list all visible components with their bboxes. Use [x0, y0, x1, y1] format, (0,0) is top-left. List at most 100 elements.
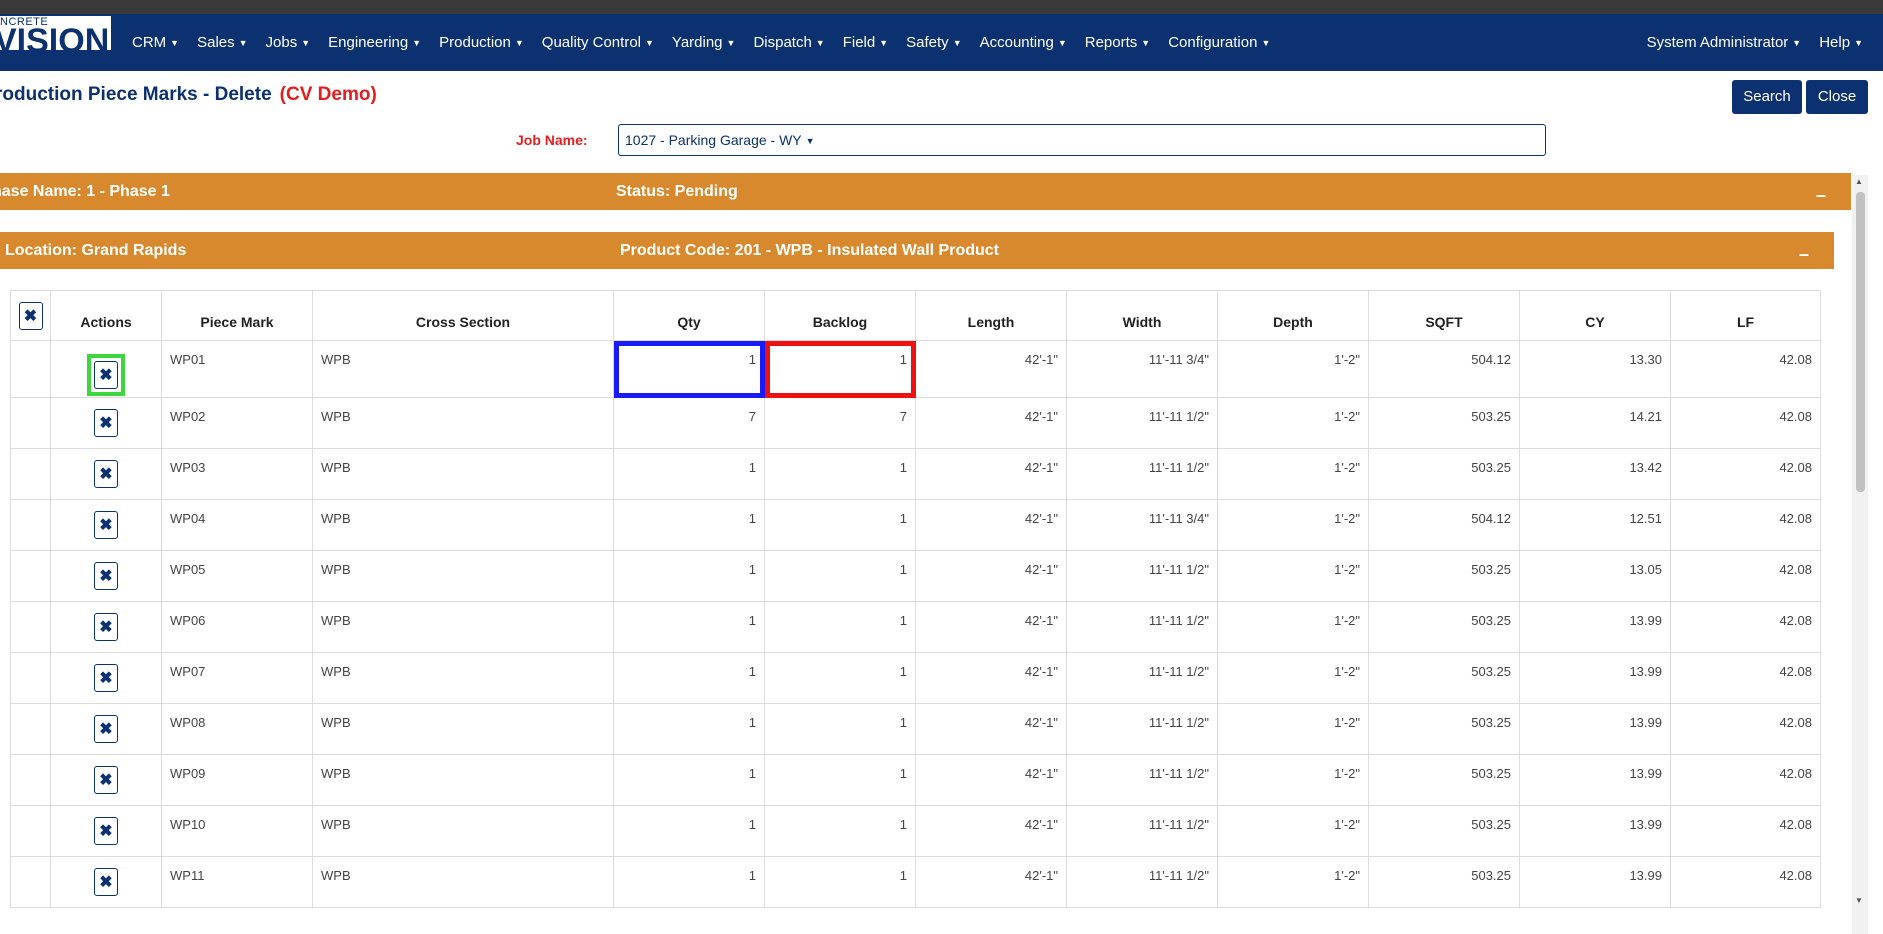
- cell-qty[interactable]: 1: [613, 703, 765, 755]
- cell-qty[interactable]: 1: [613, 856, 765, 908]
- cell-sqft: 503.25: [1368, 397, 1520, 449]
- cell-qty[interactable]: 1: [613, 805, 765, 857]
- location-collapse-icon[interactable]: –: [1799, 236, 1809, 273]
- header-cy[interactable]: CY: [1519, 290, 1671, 341]
- cell-length: 42'-1": [915, 703, 1067, 755]
- job-name-select[interactable]: 1027 - Parking Garage - WY ▼: [618, 124, 1546, 156]
- nav-sales[interactable]: Sales ▼: [188, 34, 256, 51]
- delete-row-icon[interactable]: ✖: [94, 766, 118, 794]
- table-header-row: ✖ Actions Piece Mark Cross Section Qty B…: [10, 290, 1821, 341]
- nav-jobs[interactable]: Jobs ▼: [257, 34, 320, 51]
- header-width[interactable]: Width: [1066, 290, 1218, 341]
- header-length[interactable]: Length: [915, 290, 1067, 341]
- cell-backlog[interactable]: 1: [764, 499, 916, 551]
- delete-row-icon[interactable]: ✖: [94, 664, 118, 692]
- delete-row-icon[interactable]: ✖: [94, 460, 118, 488]
- cell-backlog[interactable]: 1: [764, 448, 916, 500]
- phase-collapse-icon[interactable]: –: [1816, 177, 1826, 214]
- cell-width: 11'-11 3/4": [1066, 340, 1218, 398]
- cell-cross-section: WPB: [312, 856, 614, 908]
- cell-qty[interactable]: 1: [613, 550, 765, 602]
- nav-crm[interactable]: CRM ▼: [123, 34, 188, 51]
- nav-engineering[interactable]: Engineering ▼: [319, 34, 430, 51]
- nav-configuration[interactable]: Configuration ▼: [1159, 34, 1279, 51]
- cell-qty[interactable]: 1: [613, 340, 765, 398]
- row-spacer-cell: [10, 856, 51, 908]
- cell-sqft: 503.25: [1368, 754, 1520, 806]
- cell-sqft: 503.25: [1368, 448, 1520, 500]
- caret-down-icon: ▼: [879, 38, 889, 49]
- cell-lf: 42.08: [1670, 652, 1821, 704]
- concrete-vision-logo[interactable]: NCRETE VISION: [0, 16, 111, 54]
- phase-status: Status: Pending: [616, 183, 738, 200]
- cell-qty[interactable]: 1: [613, 601, 765, 653]
- header-backlog[interactable]: Backlog: [764, 290, 916, 341]
- header-cross-section[interactable]: Cross Section: [312, 290, 614, 341]
- search-button[interactable]: Search: [1732, 80, 1802, 114]
- cell-depth: 1'-2": [1217, 805, 1369, 857]
- job-name-label: Job Name:: [516, 132, 588, 148]
- scroll-up-icon[interactable]: ▲: [1855, 177, 1863, 186]
- nav-help[interactable]: Help ▼: [1801, 34, 1863, 51]
- cell-depth: 1'-2": [1217, 856, 1369, 908]
- table-row: ✖ WP08 WPB 1 1 42'-1" 11'-11 1/2" 1'-2" 503.25 13…: [10, 703, 1821, 755]
- cell-backlog[interactable]: 1: [764, 340, 916, 398]
- delete-row-icon[interactable]: ✖: [94, 562, 118, 590]
- table-row: ✖ WP04 WPB 1 1 42'-1" 11'-11 3/4" 1'-2" 504.12 12…: [10, 499, 1821, 551]
- nav-field[interactable]: Field ▼: [834, 34, 897, 51]
- cell-backlog[interactable]: 1: [764, 754, 916, 806]
- cell-width: 11'-11 1/2": [1066, 703, 1218, 755]
- phase-bar: hase Name: 1 - Phase 1 Status: Pending –: [0, 173, 1851, 210]
- cell-piece-mark: WP11: [161, 856, 313, 908]
- nav-quality-control[interactable]: Quality Control ▼: [533, 34, 663, 51]
- header-select-all: ✖: [10, 290, 51, 341]
- nav-safety[interactable]: Safety ▼: [897, 34, 970, 51]
- delete-row-icon[interactable]: ✖: [94, 715, 118, 743]
- delete-row-icon[interactable]: ✖: [94, 868, 118, 896]
- cell-backlog[interactable]: 1: [764, 652, 916, 704]
- row-actions-cell: ✖: [50, 340, 162, 398]
- close-button[interactable]: Close: [1806, 80, 1868, 114]
- cell-qty[interactable]: 1: [613, 499, 765, 551]
- nav-system-administrator[interactable]: System Administrator ▼: [1629, 34, 1802, 51]
- cell-backlog[interactable]: 1: [764, 856, 916, 908]
- header-depth[interactable]: Depth: [1217, 290, 1369, 341]
- cell-backlog[interactable]: 1: [764, 550, 916, 602]
- location-name: Location: Grand Rapids: [5, 242, 187, 259]
- header-sqft[interactable]: SQFT: [1368, 290, 1520, 341]
- cell-sqft: 504.12: [1368, 499, 1520, 551]
- browser-top-strip: [0, 0, 1883, 14]
- delete-all-icon[interactable]: ✖: [18, 302, 43, 330]
- nav-reports[interactable]: Reports ▼: [1076, 34, 1159, 51]
- nav-accounting[interactable]: Accounting ▼: [971, 34, 1076, 51]
- scroll-down-icon[interactable]: ▼: [1855, 896, 1863, 905]
- page-title-text: roduction Piece Marks - Delete: [0, 84, 272, 105]
- table-row: ✖ WP11 WPB 1 1 42'-1" 11'-11 1/2" 1'-2" 503.25 13…: [10, 856, 1821, 908]
- cell-backlog[interactable]: 1: [764, 601, 916, 653]
- scrollbar-thumb[interactable]: [1856, 192, 1865, 492]
- delete-row-icon[interactable]: ✖: [94, 511, 118, 539]
- header-lf[interactable]: LF: [1670, 290, 1821, 341]
- row-actions-cell: ✖: [50, 550, 162, 602]
- cell-qty[interactable]: 1: [613, 448, 765, 500]
- delete-row-icon[interactable]: ✖: [94, 613, 118, 641]
- cell-backlog[interactable]: 1: [764, 805, 916, 857]
- nav-dispatch[interactable]: Dispatch ▼: [744, 34, 833, 51]
- cell-qty[interactable]: 1: [613, 652, 765, 704]
- cell-backlog[interactable]: 1: [764, 703, 916, 755]
- cell-depth: 1'-2": [1217, 499, 1369, 551]
- delete-row-icon[interactable]: ✖: [94, 361, 118, 389]
- cell-depth: 1'-2": [1217, 601, 1369, 653]
- delete-row-icon[interactable]: ✖: [94, 409, 118, 437]
- cell-backlog[interactable]: 7: [764, 397, 916, 449]
- nav-production[interactable]: Production ▼: [430, 34, 533, 51]
- header-qty[interactable]: Qty: [613, 290, 765, 341]
- header-piece-mark[interactable]: Piece Mark: [161, 290, 313, 341]
- cell-qty[interactable]: 7: [613, 397, 765, 449]
- nav-yarding[interactable]: Yarding ▼: [663, 34, 745, 51]
- cell-qty[interactable]: 1: [613, 754, 765, 806]
- cell-cy: 13.30: [1519, 340, 1671, 398]
- cell-length: 42'-1": [915, 754, 1067, 806]
- delete-row-icon[interactable]: ✖: [94, 817, 118, 845]
- cell-piece-mark: WP09: [161, 754, 313, 806]
